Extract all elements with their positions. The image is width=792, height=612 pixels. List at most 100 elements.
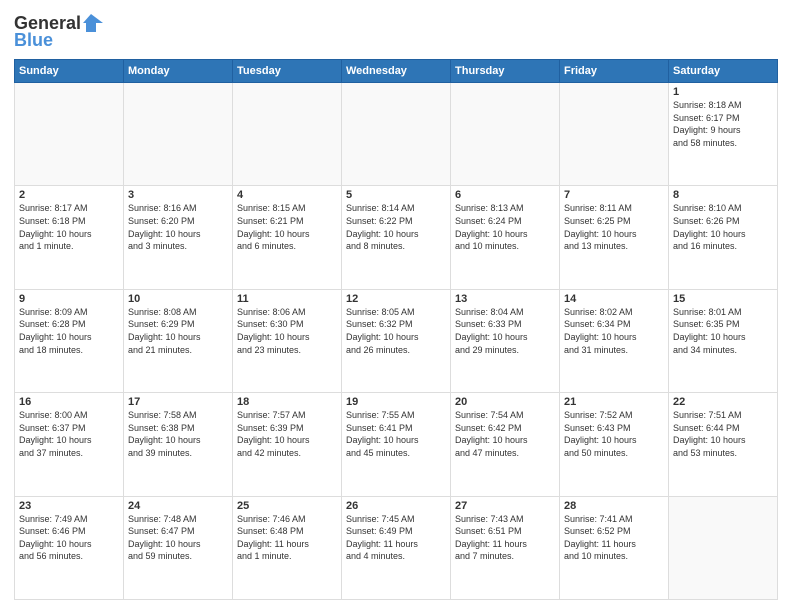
day-number: 26 [346,500,446,512]
day-info: Sunrise: 7:57 AM Sunset: 6:39 PM Dayligh… [237,409,337,459]
day-info: Sunrise: 7:55 AM Sunset: 6:41 PM Dayligh… [346,409,446,459]
calendar-cell: 27Sunrise: 7:43 AM Sunset: 6:51 PM Dayli… [451,496,560,599]
day-number: 27 [455,500,555,512]
day-info: Sunrise: 7:52 AM Sunset: 6:43 PM Dayligh… [564,409,664,459]
calendar-cell [15,83,124,186]
calendar-cell: 19Sunrise: 7:55 AM Sunset: 6:41 PM Dayli… [342,393,451,496]
logo-text-block: General Blue [14,12,105,51]
day-info: Sunrise: 7:58 AM Sunset: 6:38 PM Dayligh… [128,409,228,459]
week-row-1: 1Sunrise: 8:18 AM Sunset: 6:17 PM Daylig… [15,83,778,186]
calendar-cell: 26Sunrise: 7:45 AM Sunset: 6:49 PM Dayli… [342,496,451,599]
day-info: Sunrise: 8:09 AM Sunset: 6:28 PM Dayligh… [19,306,119,356]
calendar-cell: 15Sunrise: 8:01 AM Sunset: 6:35 PM Dayli… [669,289,778,392]
day-info: Sunrise: 7:43 AM Sunset: 6:51 PM Dayligh… [455,513,555,563]
day-number: 17 [128,396,228,408]
calendar-cell [124,83,233,186]
day-number: 22 [673,396,773,408]
day-info: Sunrise: 7:49 AM Sunset: 6:46 PM Dayligh… [19,513,119,563]
day-info: Sunrise: 7:45 AM Sunset: 6:49 PM Dayligh… [346,513,446,563]
day-info: Sunrise: 8:06 AM Sunset: 6:30 PM Dayligh… [237,306,337,356]
day-info: Sunrise: 7:46 AM Sunset: 6:48 PM Dayligh… [237,513,337,563]
calendar-cell: 16Sunrise: 8:00 AM Sunset: 6:37 PM Dayli… [15,393,124,496]
day-info: Sunrise: 8:04 AM Sunset: 6:33 PM Dayligh… [455,306,555,356]
weekday-header-tuesday: Tuesday [233,60,342,83]
day-number: 3 [128,189,228,201]
week-row-4: 16Sunrise: 8:00 AM Sunset: 6:37 PM Dayli… [15,393,778,496]
day-number: 14 [564,293,664,305]
day-info: Sunrise: 7:48 AM Sunset: 6:47 PM Dayligh… [128,513,228,563]
day-info: Sunrise: 8:14 AM Sunset: 6:22 PM Dayligh… [346,202,446,252]
calendar-cell [451,83,560,186]
day-number: 12 [346,293,446,305]
day-number: 15 [673,293,773,305]
calendar-cell: 23Sunrise: 7:49 AM Sunset: 6:46 PM Dayli… [15,496,124,599]
day-number: 5 [346,189,446,201]
day-info: Sunrise: 8:17 AM Sunset: 6:18 PM Dayligh… [19,202,119,252]
calendar-cell: 9Sunrise: 8:09 AM Sunset: 6:28 PM Daylig… [15,289,124,392]
calendar-cell: 4Sunrise: 8:15 AM Sunset: 6:21 PM Daylig… [233,186,342,289]
day-number: 18 [237,396,337,408]
day-info: Sunrise: 8:05 AM Sunset: 6:32 PM Dayligh… [346,306,446,356]
logo-arrow-icon [83,12,105,34]
logo: General Blue [14,12,105,51]
calendar-cell: 10Sunrise: 8:08 AM Sunset: 6:29 PM Dayli… [124,289,233,392]
day-number: 11 [237,293,337,305]
day-number: 24 [128,500,228,512]
day-info: Sunrise: 8:01 AM Sunset: 6:35 PM Dayligh… [673,306,773,356]
day-number: 8 [673,189,773,201]
day-info: Sunrise: 7:51 AM Sunset: 6:44 PM Dayligh… [673,409,773,459]
day-info: Sunrise: 7:41 AM Sunset: 6:52 PM Dayligh… [564,513,664,563]
calendar-cell [560,83,669,186]
day-info: Sunrise: 8:08 AM Sunset: 6:29 PM Dayligh… [128,306,228,356]
day-info: Sunrise: 8:11 AM Sunset: 6:25 PM Dayligh… [564,202,664,252]
day-number: 7 [564,189,664,201]
day-number: 4 [237,189,337,201]
day-number: 9 [19,293,119,305]
weekday-header-saturday: Saturday [669,60,778,83]
day-number: 21 [564,396,664,408]
calendar-cell: 17Sunrise: 7:58 AM Sunset: 6:38 PM Dayli… [124,393,233,496]
calendar-cell: 7Sunrise: 8:11 AM Sunset: 6:25 PM Daylig… [560,186,669,289]
day-number: 6 [455,189,555,201]
calendar-cell: 13Sunrise: 8:04 AM Sunset: 6:33 PM Dayli… [451,289,560,392]
day-number: 23 [19,500,119,512]
page: General Blue SundayMondayTuesdayWednesda… [0,0,792,612]
day-number: 20 [455,396,555,408]
day-number: 10 [128,293,228,305]
day-info: Sunrise: 8:02 AM Sunset: 6:34 PM Dayligh… [564,306,664,356]
day-info: Sunrise: 8:10 AM Sunset: 6:26 PM Dayligh… [673,202,773,252]
day-number: 13 [455,293,555,305]
day-number: 28 [564,500,664,512]
week-row-3: 9Sunrise: 8:09 AM Sunset: 6:28 PM Daylig… [15,289,778,392]
calendar-cell: 18Sunrise: 7:57 AM Sunset: 6:39 PM Dayli… [233,393,342,496]
calendar-cell: 1Sunrise: 8:18 AM Sunset: 6:17 PM Daylig… [669,83,778,186]
weekday-header-sunday: Sunday [15,60,124,83]
logo-blue: Blue [14,30,53,51]
day-info: Sunrise: 8:16 AM Sunset: 6:20 PM Dayligh… [128,202,228,252]
calendar-cell: 12Sunrise: 8:05 AM Sunset: 6:32 PM Dayli… [342,289,451,392]
day-number: 2 [19,189,119,201]
calendar-cell: 24Sunrise: 7:48 AM Sunset: 6:47 PM Dayli… [124,496,233,599]
calendar-cell: 5Sunrise: 8:14 AM Sunset: 6:22 PM Daylig… [342,186,451,289]
calendar-cell [342,83,451,186]
calendar-cell: 21Sunrise: 7:52 AM Sunset: 6:43 PM Dayli… [560,393,669,496]
day-info: Sunrise: 8:13 AM Sunset: 6:24 PM Dayligh… [455,202,555,252]
day-number: 19 [346,396,446,408]
calendar-cell: 28Sunrise: 7:41 AM Sunset: 6:52 PM Dayli… [560,496,669,599]
day-number: 16 [19,396,119,408]
calendar-cell: 2Sunrise: 8:17 AM Sunset: 6:18 PM Daylig… [15,186,124,289]
calendar-cell: 25Sunrise: 7:46 AM Sunset: 6:48 PM Dayli… [233,496,342,599]
weekday-header-row: SundayMondayTuesdayWednesdayThursdayFrid… [15,60,778,83]
calendar-cell [233,83,342,186]
week-row-5: 23Sunrise: 7:49 AM Sunset: 6:46 PM Dayli… [15,496,778,599]
weekday-header-monday: Monday [124,60,233,83]
calendar-cell: 20Sunrise: 7:54 AM Sunset: 6:42 PM Dayli… [451,393,560,496]
weekday-header-friday: Friday [560,60,669,83]
calendar-cell: 22Sunrise: 7:51 AM Sunset: 6:44 PM Dayli… [669,393,778,496]
calendar-cell [669,496,778,599]
header: General Blue [14,12,778,51]
day-info: Sunrise: 8:00 AM Sunset: 6:37 PM Dayligh… [19,409,119,459]
calendar-cell: 6Sunrise: 8:13 AM Sunset: 6:24 PM Daylig… [451,186,560,289]
week-row-2: 2Sunrise: 8:17 AM Sunset: 6:18 PM Daylig… [15,186,778,289]
day-info: Sunrise: 8:18 AM Sunset: 6:17 PM Dayligh… [673,99,773,149]
